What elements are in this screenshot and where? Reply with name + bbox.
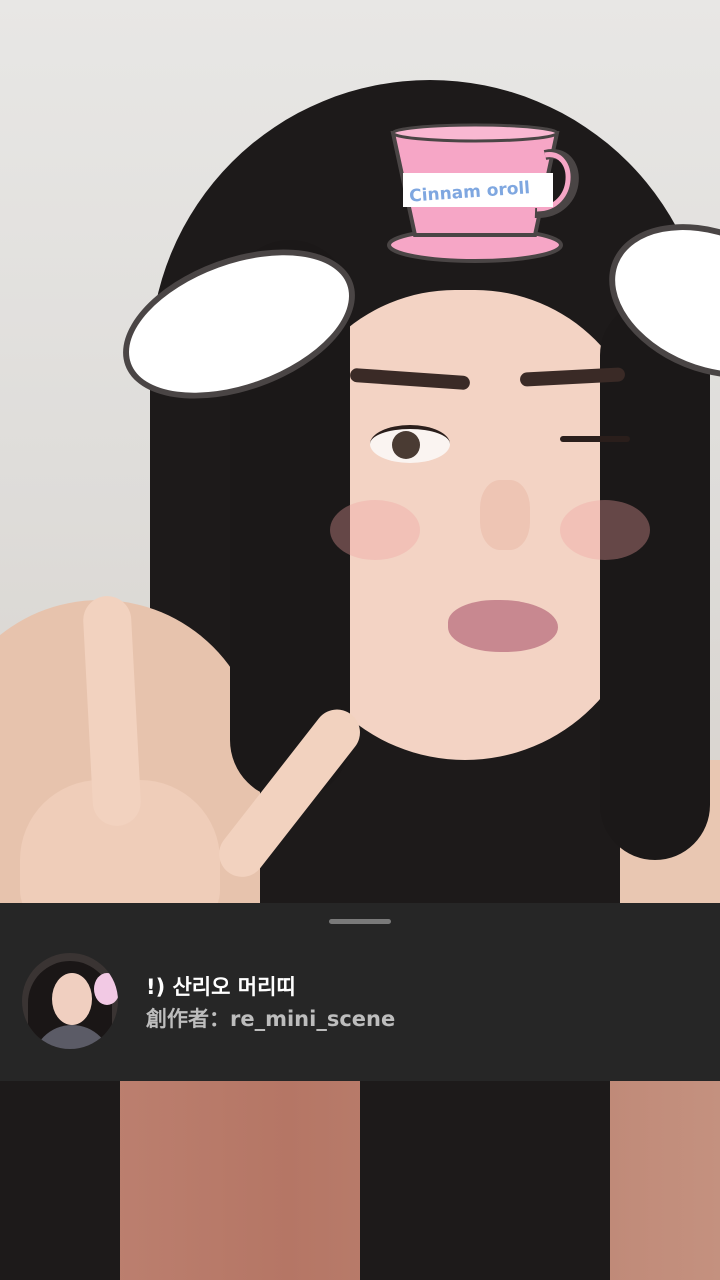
nose	[480, 480, 530, 550]
camera-screen: Cinnam oroll !) 산리오 머리띠 創作者：re_mini_scen…	[0, 0, 720, 1280]
effect-info-sheet[interactable]: !) 산리오 머리띠 創作者：re_mini_scene	[0, 903, 720, 1081]
eye-left	[370, 425, 450, 463]
lips	[448, 600, 558, 652]
blush-left	[330, 500, 420, 560]
hair-strand-right	[600, 300, 710, 860]
hair-lower-left	[0, 1081, 120, 1280]
sheet-drag-handle[interactable]	[329, 919, 391, 924]
hair-lower-right	[360, 1081, 610, 1280]
effect-creator[interactable]: 創作者：re_mini_scene	[146, 1003, 395, 1033]
creator-avatar[interactable]	[22, 953, 118, 1049]
effect-title[interactable]: !) 산리오 머리띠	[146, 971, 296, 1001]
eye-right-winking	[560, 436, 630, 442]
filter-teacup-icon: Cinnam oroll	[387, 123, 579, 263]
avatar-face	[52, 973, 92, 1025]
avatar-filter-ear	[94, 973, 118, 1005]
blush-right	[560, 500, 650, 560]
